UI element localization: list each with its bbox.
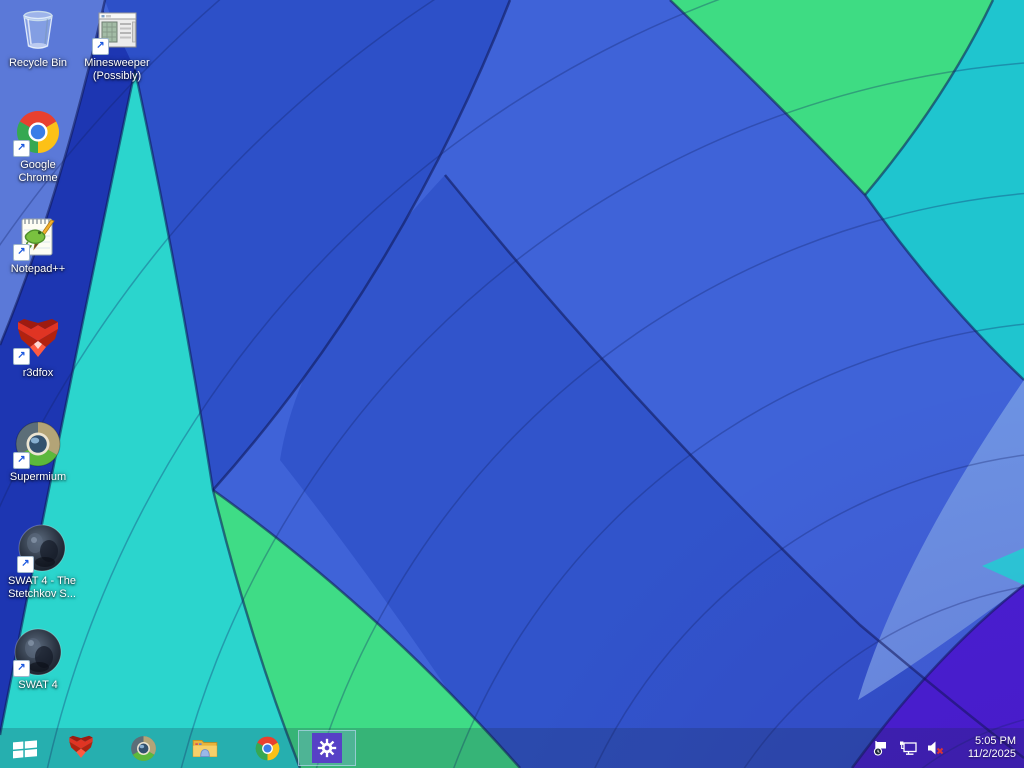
file-explorer-icon — [192, 740, 218, 758]
taskbar-app-settings[interactable] — [298, 730, 356, 766]
minesweeper-icon: ↗ — [92, 6, 141, 55]
swat4-stetchkov-icon: ↗ — [17, 524, 66, 573]
desktop-icon-supermium[interactable]: ↗ Supermium — [0, 420, 76, 484]
icon-label: SWAT 4 — [18, 679, 58, 691]
action-center-flag-icon[interactable] — [871, 738, 891, 758]
notepad-plus-plus-icon: ↗ — [13, 212, 62, 261]
desktop-icon-swat4-stetchkov[interactable]: ↗ SWAT 4 - The Stetchkov S... — [0, 524, 84, 601]
settings-tile — [312, 733, 342, 763]
supermium-icon — [130, 735, 156, 761]
icon-label: Minesweeper (Possibly) — [84, 57, 150, 82]
windows-logo-icon — [13, 740, 37, 759]
chrome-icon — [255, 736, 279, 760]
swat4-icon: ↗ — [13, 628, 62, 677]
start-button[interactable] — [0, 728, 50, 768]
r3dfox-icon: ↗ — [13, 316, 62, 365]
taskbar-app-google-chrome[interactable] — [236, 728, 298, 768]
icon-label: r3dfox — [22, 367, 54, 379]
taskbar-app-supermium[interactable] — [112, 728, 174, 768]
r3dfox-icon — [69, 735, 93, 758]
tray-time: 5:05 PM — [975, 735, 1016, 747]
recycle-bin-icon — [14, 6, 62, 54]
desktop-icon-minesweeper[interactable]: ↗ Minesweeper (Possibly) — [76, 6, 158, 83]
desktop-icon-r3dfox[interactable]: ↗ r3dfox — [0, 316, 76, 380]
shortcut-arrow-icon: ↗ — [13, 660, 30, 677]
desktop-icon-swat4[interactable]: ↗ SWAT 4 — [0, 628, 76, 692]
icon-label: Notepad++ — [10, 263, 66, 275]
taskbar: 5:05 PM 11/2/2025 — [0, 728, 1024, 768]
taskbar-app-file-explorer[interactable] — [174, 728, 236, 768]
desktop-screen: Recycle Bin ↗ Minesweeper (Possibly) ↗ G… — [0, 0, 1024, 768]
volume-muted-icon[interactable] — [925, 738, 945, 758]
desktop-icon-notepad-plus-plus[interactable]: ↗ Notepad++ — [0, 212, 76, 276]
shortcut-arrow-icon: ↗ — [92, 38, 109, 55]
system-tray: 5:05 PM 11/2/2025 — [871, 728, 1024, 768]
shortcut-arrow-icon: ↗ — [17, 556, 34, 573]
tray-date: 11/2/2025 — [967, 748, 1016, 760]
wallpaper-balloon — [0, 0, 1024, 768]
shortcut-arrow-icon: ↗ — [13, 140, 30, 157]
shortcut-arrow-icon: ↗ — [13, 348, 30, 365]
shortcut-arrow-icon: ↗ — [13, 452, 30, 469]
taskbar-app-r3dfox[interactable] — [50, 728, 112, 768]
network-icon[interactable] — [898, 738, 918, 758]
icon-label: SWAT 4 - The Stetchkov S... — [7, 575, 77, 600]
icon-label: Recycle Bin — [8, 57, 68, 69]
supermium-icon: ↗ — [13, 420, 62, 469]
desktop-icon-recycle-bin[interactable]: Recycle Bin — [0, 6, 76, 70]
icon-label: Google Chrome — [18, 159, 58, 184]
gear-icon — [317, 738, 337, 758]
icon-label: Supermium — [9, 471, 67, 483]
tray-clock[interactable]: 5:05 PM 11/2/2025 — [952, 735, 1016, 761]
chrome-icon: ↗ — [13, 108, 62, 157]
shortcut-arrow-icon: ↗ — [13, 244, 30, 261]
desktop-icon-google-chrome[interactable]: ↗ Google Chrome — [0, 108, 76, 185]
